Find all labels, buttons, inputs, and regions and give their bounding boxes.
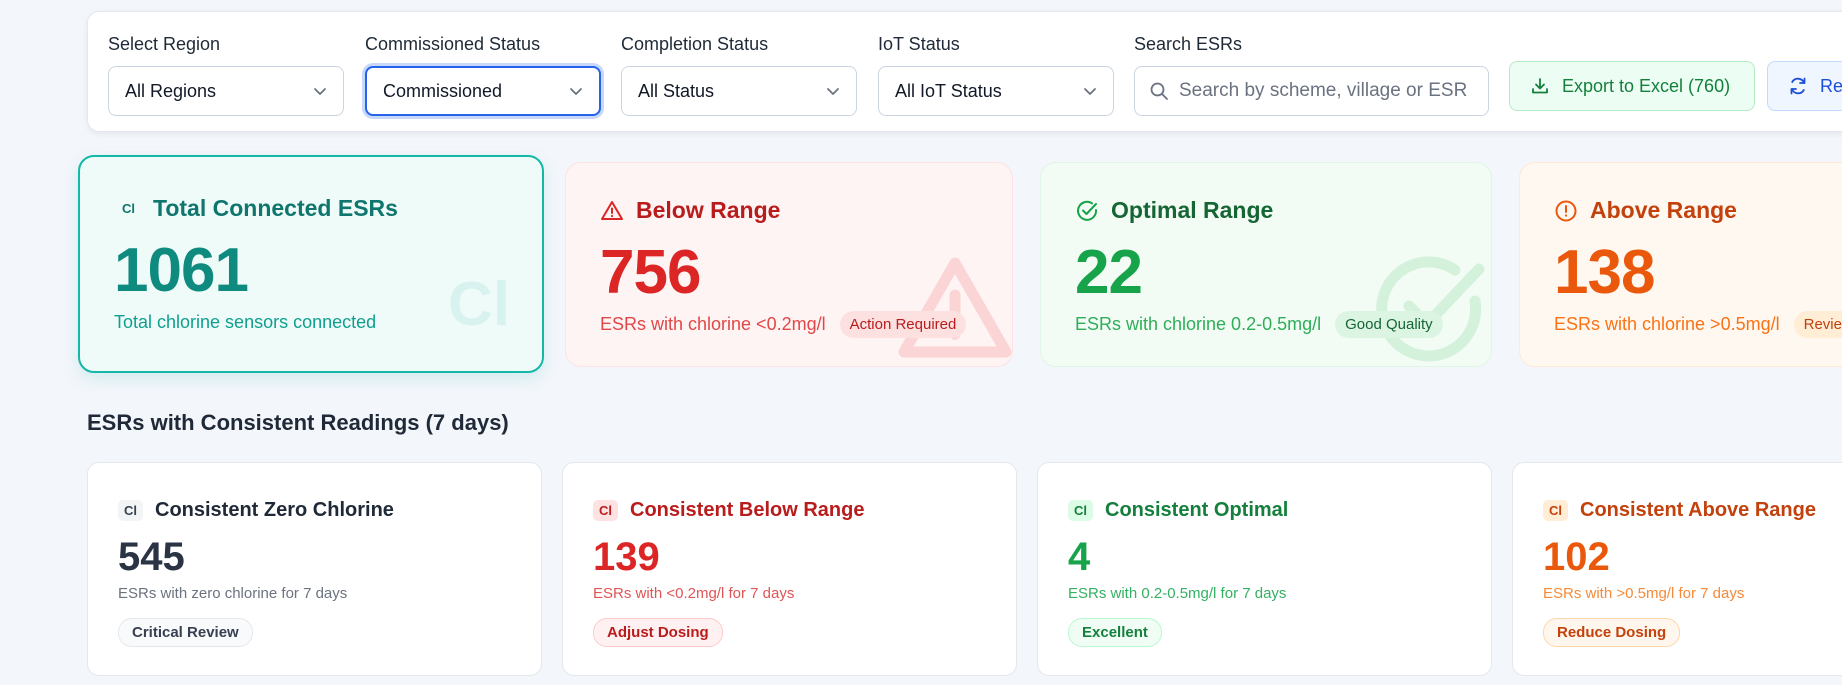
below-range-title: Below Range: [636, 197, 781, 223]
region-select[interactable]: All Regions: [108, 66, 344, 116]
chlorine-badge: Cl: [1068, 500, 1093, 521]
refresh-icon: [1790, 77, 1806, 95]
search-filter: Search ESRs: [1134, 32, 1489, 116]
chlorine-badge: Cl: [593, 500, 618, 521]
consistent-above-title: Consistent Above Range: [1580, 499, 1816, 521]
below-range-subtitle-row: ESRs with chlorine <0.2mg/l Action Requi…: [600, 311, 967, 338]
critical-review-badge: Critical Review: [118, 618, 253, 647]
refresh-label: Refresh: [1820, 75, 1842, 96]
total-connected-card[interactable]: Cl Cl Total Connected ESRs 1061 Total ch…: [78, 155, 544, 373]
chlorine-badge: Cl: [122, 201, 135, 216]
consistent-zero-subtitle: ESRs with zero chlorine for 7 days: [118, 585, 348, 602]
check-circle-icon: [1077, 200, 1098, 221]
above-range-subtitle-row: ESRs with chlorine >0.5mg/l Review: [1554, 311, 1842, 338]
filter-bar: Select Region All Regions Commissioned S…: [87, 11, 1842, 132]
consistent-above-value: 102: [1543, 535, 1610, 579]
iot-filter-label: IoT Status: [878, 34, 960, 54]
consistent-zero-card[interactable]: Cl Consistent Zero Chlorine 545 ESRs wit…: [87, 462, 542, 676]
consistent-below-subtitle: ESRs with <0.2mg/l for 7 days: [593, 585, 795, 602]
action-required-badge: Action Required: [839, 311, 967, 338]
chlorine-badge: Cl: [1543, 500, 1568, 521]
export-excel-button[interactable]: Export to Excel (760): [1509, 61, 1755, 111]
chlorine-watermark: Cl: [448, 270, 510, 339]
iot-select-value: All IoT Status: [895, 80, 1002, 101]
above-range-card[interactable]: Above Range 138 ESRs with chlorine >0.5m…: [1519, 162, 1842, 367]
above-range-value: 138: [1554, 238, 1655, 307]
below-range-header: Below Range: [600, 197, 780, 224]
completion-select[interactable]: All Status: [621, 66, 857, 116]
search-input[interactable]: [1179, 80, 1469, 102]
consistent-zero-value: 545: [118, 535, 185, 579]
commissioned-filter: Commissioned Status Commissioned: [365, 32, 601, 116]
total-connected-title: Total Connected ESRs: [153, 195, 398, 221]
good-quality-badge: Good Quality: [1335, 311, 1443, 338]
consistent-below-header: Cl Consistent Below Range: [593, 499, 864, 522]
optimal-range-value: 22: [1075, 238, 1143, 307]
consistent-optimal-subtitle: ESRs with 0.2-0.5mg/l for 7 days: [1068, 585, 1287, 602]
chevron-down-icon: [314, 88, 326, 95]
completion-filter-label: Completion Status: [621, 34, 769, 54]
optimal-range-subtitle-row: ESRs with chlorine 0.2-0.5mg/l Good Qual…: [1075, 311, 1443, 338]
below-range-subtitle: ESRs with chlorine <0.2mg/l: [600, 314, 826, 334]
search-icon: [1150, 82, 1168, 100]
above-range-subtitle: ESRs with chlorine >0.5mg/l: [1554, 314, 1780, 334]
below-range-card[interactable]: Below Range 756 ESRs with chlorine <0.2m…: [565, 162, 1013, 367]
iot-filter: IoT Status All IoT Status: [878, 32, 1114, 116]
alert-circle-icon: [1555, 200, 1577, 221]
chlorine-badge: Cl: [118, 500, 143, 521]
commissioned-select[interactable]: Commissioned: [365, 66, 601, 116]
alert-triangle-icon: [601, 200, 623, 220]
total-connected-value: 1061: [114, 236, 249, 305]
check-circle-watermark-icon: [1376, 256, 1485, 362]
consistent-optimal-header: Cl Consistent Optimal: [1068, 499, 1288, 522]
optimal-range-header: Optimal Range: [1075, 197, 1273, 224]
chevron-down-icon: [1084, 88, 1096, 95]
iot-select[interactable]: All IoT Status: [878, 66, 1114, 116]
optimal-range-card[interactable]: Optimal Range 22 ESRs with chlorine 0.2-…: [1040, 162, 1492, 367]
refresh-button[interactable]: Refresh: [1767, 61, 1842, 111]
consistent-above-header: Cl Consistent Above Range: [1543, 499, 1816, 522]
consistent-readings-heading: ESRs with Consistent Readings (7 days): [87, 410, 509, 435]
consistent-optimal-card[interactable]: Cl Consistent Optimal 4 ESRs with 0.2-0.…: [1037, 462, 1492, 676]
consistent-below-card[interactable]: Cl Consistent Below Range 139 ESRs with …: [562, 462, 1017, 676]
adjust-dosing-badge: Adjust Dosing: [593, 618, 723, 647]
completion-filter: Completion Status All Status: [621, 32, 857, 116]
total-connected-header: Cl Total Connected ESRs: [116, 195, 398, 222]
above-range-title: Above Range: [1590, 197, 1737, 223]
optimal-range-subtitle: ESRs with chlorine 0.2-0.5mg/l: [1075, 314, 1322, 334]
excellent-badge: Excellent: [1068, 618, 1162, 647]
chevron-down-icon: [570, 88, 582, 95]
below-range-value: 756: [600, 238, 701, 307]
alert-triangle-watermark-icon: [898, 257, 1012, 358]
region-filter-label: Select Region: [108, 34, 221, 54]
download-icon: [1532, 78, 1548, 94]
review-badge: Review: [1793, 311, 1842, 338]
consistent-zero-header: Cl Consistent Zero Chlorine: [118, 499, 394, 522]
optimal-range-title: Optimal Range: [1111, 197, 1274, 223]
consistent-zero-title: Consistent Zero Chlorine: [155, 499, 394, 521]
consistent-below-title: Consistent Below Range: [630, 499, 865, 521]
commissioned-filter-label: Commissioned Status: [365, 34, 541, 54]
export-excel-label: Export to Excel (760): [1562, 75, 1731, 96]
region-filter: Select Region All Regions: [108, 32, 344, 116]
region-select-value: All Regions: [125, 80, 217, 101]
chevron-down-icon: [827, 88, 839, 95]
consistent-optimal-title: Consistent Optimal: [1105, 499, 1289, 521]
search-filter-label: Search ESRs: [1134, 34, 1243, 54]
above-range-header: Above Range: [1554, 197, 1737, 224]
completion-select-value: All Status: [638, 80, 715, 101]
consistent-above-card[interactable]: Cl Consistent Above Range 102 ESRs with …: [1512, 462, 1842, 676]
commissioned-select-value: Commissioned: [383, 80, 503, 101]
reduce-dosing-badge: Reduce Dosing: [1543, 618, 1681, 647]
consistent-below-value: 139: [593, 535, 660, 579]
search-box: [1134, 66, 1489, 116]
consistent-optimal-value: 4: [1068, 535, 1091, 579]
total-connected-subtitle: Total chlorine sensors connected: [114, 312, 377, 332]
consistent-above-subtitle: ESRs with >0.5mg/l for 7 days: [1543, 585, 1745, 602]
